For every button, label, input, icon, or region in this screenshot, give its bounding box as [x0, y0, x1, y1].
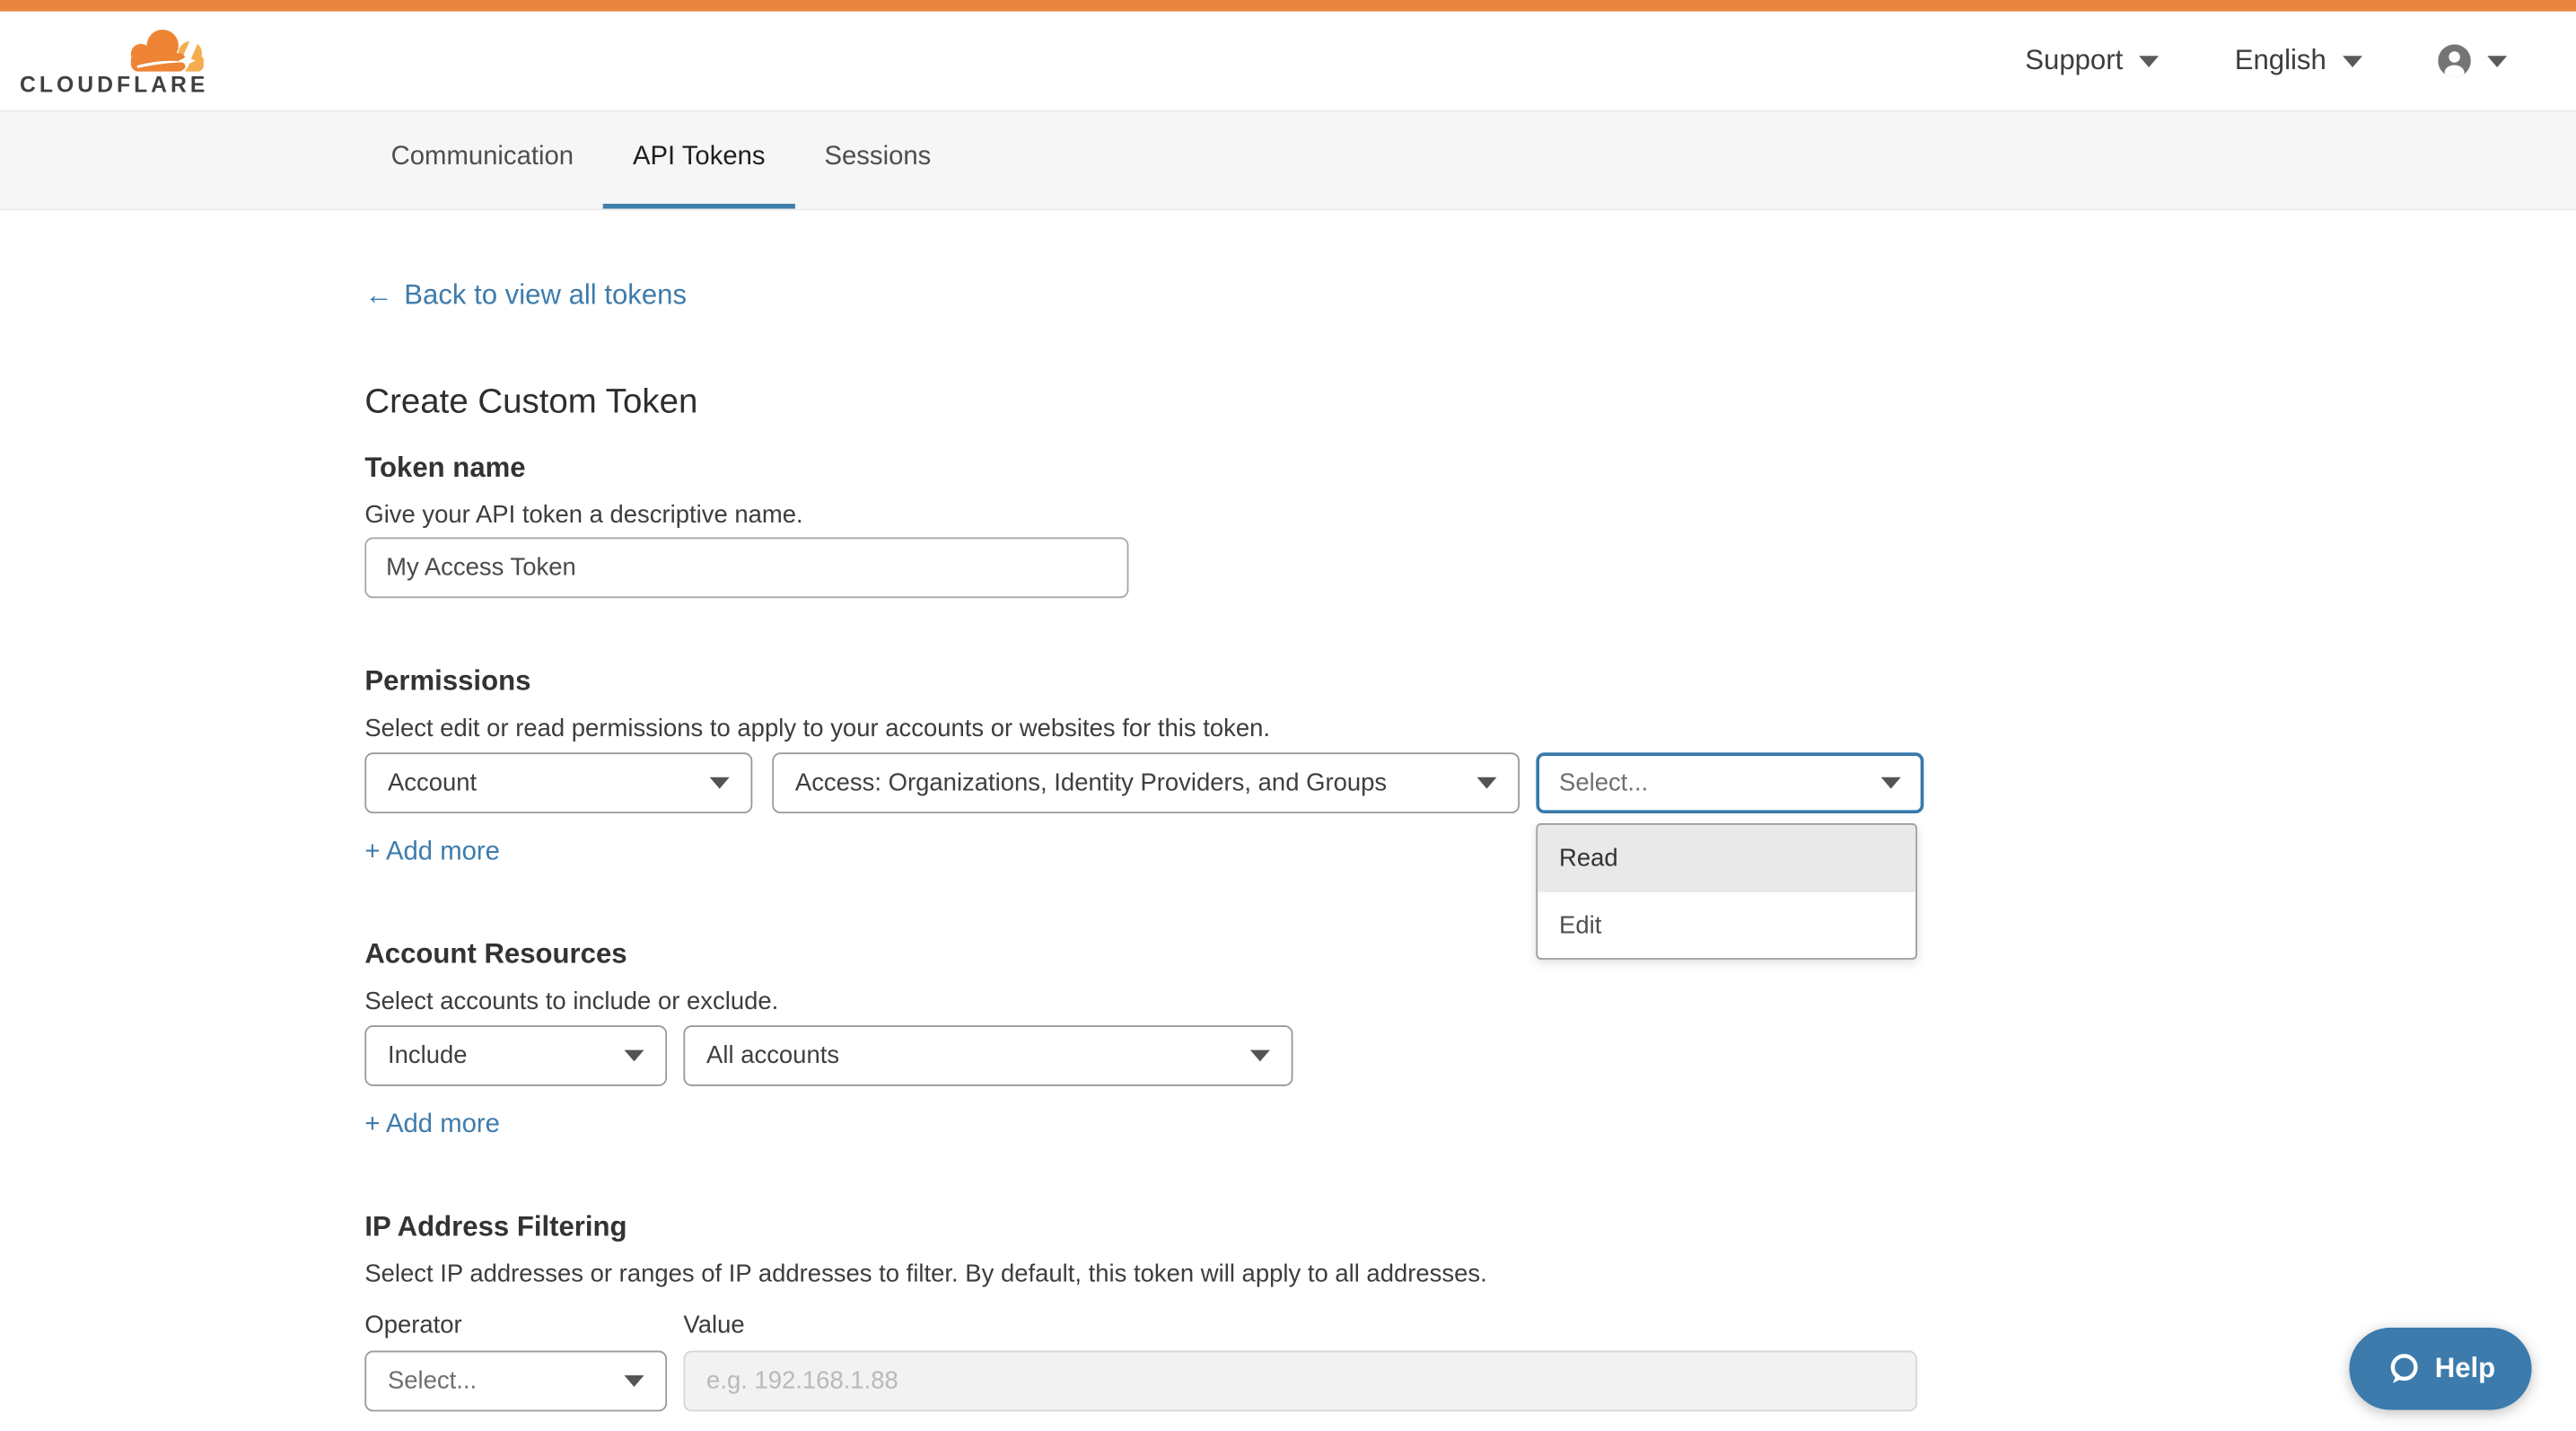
permission-scope-value: Account	[388, 769, 477, 797]
resource-mode-select[interactable]: Include	[364, 1025, 667, 1086]
account-resources-add-more-link[interactable]: + Add more	[364, 1108, 500, 1144]
ip-filtering-labels: Operator Value	[364, 1310, 2576, 1343]
header-actions: Support English	[2025, 44, 2507, 77]
main-content: ← Back to view all tokens Create Custom …	[0, 210, 2576, 1411]
left-arrow-icon: ←	[364, 276, 392, 315]
ip-value-input[interactable]	[683, 1351, 1917, 1412]
chevron-down-icon	[1881, 777, 1901, 789]
menu-option-read[interactable]: Read	[1538, 825, 1915, 892]
resource-accounts-value: All accounts	[706, 1041, 839, 1069]
permissions-heading: Permissions	[364, 663, 2576, 699]
chevron-down-icon	[2487, 55, 2507, 66]
chevron-down-icon	[625, 1375, 644, 1387]
page-title: Create Custom Token	[364, 378, 2576, 427]
ip-filtering-row: Select...	[364, 1351, 2576, 1412]
ip-filtering-heading: IP Address Filtering	[364, 1209, 2576, 1245]
permissions-row: Account Access: Organizations, Identity …	[364, 752, 2576, 813]
back-link-label: Back to view all tokens	[404, 276, 687, 315]
permission-access-wrap: Select... Read Edit	[1536, 752, 1923, 813]
cloudflare-cloud-icon	[117, 25, 209, 71]
language-label: English	[2235, 44, 2326, 77]
help-button-label: Help	[2435, 1352, 2495, 1385]
chevron-down-icon	[625, 1050, 644, 1062]
account-resources-heading: Account Resources	[364, 936, 2576, 972]
permission-access-menu: Read Edit	[1536, 823, 1917, 960]
user-avatar-icon	[2438, 44, 2471, 77]
chevron-down-icon	[1476, 777, 1496, 789]
page-root: CLOUDFLARE Support English	[0, 0, 2576, 1431]
chevron-down-icon	[710, 777, 730, 789]
help-chat-icon	[2386, 1351, 2422, 1387]
brand-accent-bar	[0, 0, 2576, 12]
token-name-description: Give your API token a descriptive name.	[364, 499, 2576, 532]
chevron-down-icon	[2140, 55, 2160, 66]
back-to-tokens-link[interactable]: ← Back to view all tokens	[364, 276, 687, 315]
tab-communication[interactable]: Communication	[362, 111, 603, 208]
token-name-heading: Token name	[364, 451, 2576, 487]
permissions-description: Select edit or read permissions to apply…	[364, 713, 2576, 746]
help-button[interactable]: Help	[2349, 1328, 2531, 1410]
menu-option-edit[interactable]: Edit	[1538, 892, 1915, 958]
chevron-down-icon	[2343, 55, 2362, 66]
permission-group-select[interactable]: Access: Organizations, Identity Provider…	[772, 752, 1520, 813]
cloudflare-logo[interactable]: CLOUDFLARE	[18, 25, 208, 96]
operator-label: Operator	[364, 1310, 683, 1343]
ip-operator-select[interactable]: Select...	[364, 1351, 667, 1412]
ip-operator-placeholder: Select...	[388, 1367, 477, 1395]
permission-scope-select[interactable]: Account	[364, 752, 752, 813]
permission-access-placeholder: Select...	[1559, 769, 1648, 797]
support-label: Support	[2025, 44, 2123, 77]
language-menu[interactable]: English	[2235, 44, 2362, 77]
support-menu[interactable]: Support	[2025, 44, 2159, 77]
header: CLOUDFLARE Support English	[0, 12, 2576, 112]
tab-api-tokens[interactable]: API Tokens	[603, 111, 794, 208]
token-name-input[interactable]	[364, 538, 1128, 599]
permission-access-select[interactable]: Select...	[1536, 752, 1923, 813]
account-resources-row: Include All accounts	[364, 1025, 2576, 1086]
resource-accounts-select[interactable]: All accounts	[683, 1025, 1292, 1086]
value-label: Value	[683, 1310, 744, 1343]
permissions-add-more-link[interactable]: + Add more	[364, 835, 500, 871]
ip-filtering-description: Select IP addresses or ranges of IP addr…	[364, 1259, 2576, 1292]
account-resources-description: Select accounts to include or exclude.	[364, 986, 2576, 1019]
cloudflare-wordmark: CLOUDFLARE	[20, 73, 208, 96]
chevron-down-icon	[1250, 1050, 1270, 1062]
account-menu[interactable]	[2438, 44, 2507, 77]
tab-bar: Communication API Tokens Sessions	[0, 111, 2576, 210]
tab-sessions[interactable]: Sessions	[795, 111, 961, 208]
resource-mode-value: Include	[388, 1041, 468, 1069]
permission-group-value: Access: Organizations, Identity Provider…	[795, 769, 1387, 797]
